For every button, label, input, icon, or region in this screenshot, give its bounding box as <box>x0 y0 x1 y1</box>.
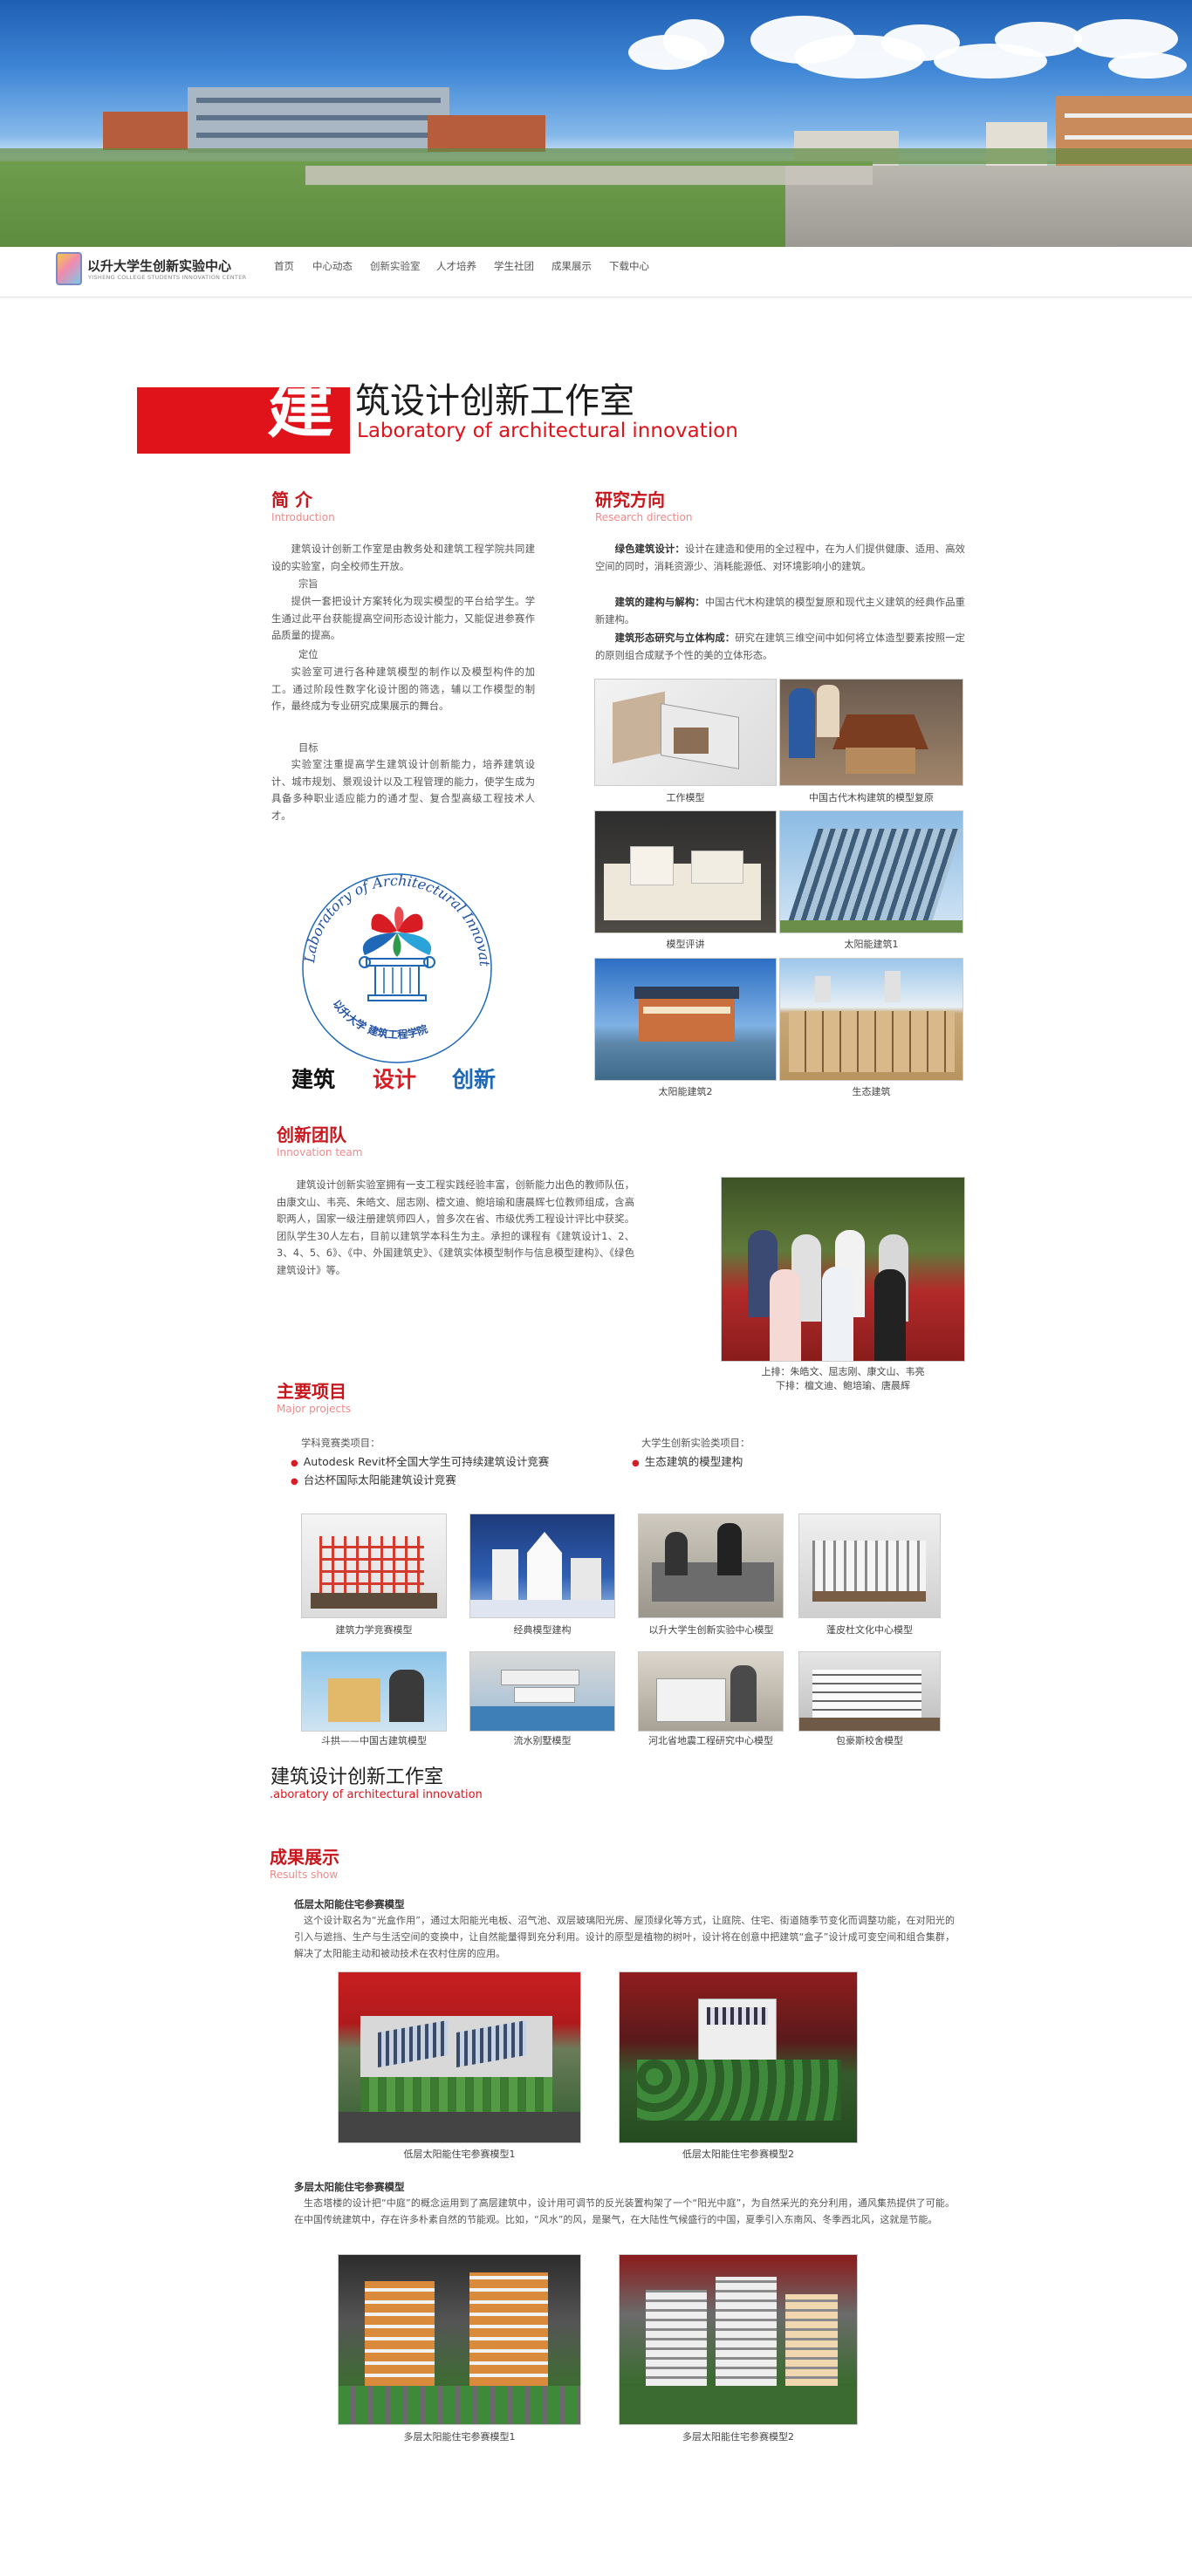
project-item: Autodesk Revit杯全国大学生可持续建筑设计竞赛 <box>291 1452 549 1469</box>
intro-heading-position: 定位 <box>298 649 319 660</box>
results-title: 成果展示 <box>270 1847 339 1868</box>
emblem-word-design: 设计 <box>373 1067 417 1092</box>
caption-low-rise-model-2: 低层太阳能住宅参赛模型2 <box>682 2149 794 2160</box>
projects-title-en: Major projects <box>277 1403 352 1415</box>
caption-classic-models: 经典模型建构 <box>513 1624 572 1636</box>
svg-text:Laboratory of Architectural In: Laboratory of Architectural Innovation <box>288 859 493 967</box>
team-photo-caption-bottom: 下排：檀文迪、鲍培瑜、唐晨辉 <box>776 1380 910 1391</box>
caption-seismic-center-model: 河北省地震工程研究中心模型 <box>648 1735 773 1746</box>
emblem-word-architecture: 建筑 <box>291 1067 336 1092</box>
svg-text:以升大学 建筑工程学院: 以升大学 建筑工程学院 <box>331 998 429 1042</box>
results-low-rise-title: 低层太阳能住宅参赛模型 <box>294 1898 405 1910</box>
caption-center-model: 以升大学生创新实验中心模型 <box>648 1624 774 1636</box>
projects-title: 主要项目 <box>277 1381 346 1402</box>
hero-campus-photo <box>0 0 1192 247</box>
photo-solar-building-2 <box>594 958 777 1081</box>
caption-model-review: 模型评讲 <box>666 939 705 950</box>
photo-low-rise-model-2 <box>619 1971 858 2143</box>
caption-pompidou-model: 蓬皮杜文化中心模型 <box>826 1624 913 1636</box>
photo-fallingwater-model <box>469 1651 615 1732</box>
page-title-english: Laboratory of architectural innovation <box>357 420 738 442</box>
photo-mechanics-model <box>301 1513 447 1618</box>
caption-eco-building: 生态建筑 <box>852 1086 891 1097</box>
photo-ancient-timber-model <box>779 679 963 786</box>
nav-link-downloads[interactable]: 下载中心 <box>609 259 649 273</box>
logo-subtitle: YISHENG COLLEGE STUDENTS INNOVATION CENT… <box>88 274 247 281</box>
project-item: 台达杯国际太阳能建筑设计竞赛 <box>291 1471 456 1487</box>
photo-multi-storey-model-2 <box>619 2254 858 2425</box>
research-title: 研究方向 <box>595 489 665 510</box>
photo-model-review <box>594 810 777 933</box>
photo-low-rise-model-1 <box>338 1971 581 2143</box>
research-item-green: 绿色建筑设计：设计在建造和使用的全过程中，在为人们提供健康、适用、高效空间的同时… <box>595 541 965 575</box>
team-title-en: Innovation team <box>277 1146 363 1158</box>
intro-paragraph-2: 提供一套把设计方案转化为现实模型的平台给学生。学生通过此平台获能提高空间形态设计… <box>271 596 535 641</box>
team-group-photo <box>721 1177 965 1362</box>
caption-ancient-timber-model: 中国古代木构建筑的模型复原 <box>809 792 934 803</box>
results-multi-storey-title: 多层太阳能住宅参赛模型 <box>294 2181 405 2193</box>
intro-paragraph-4: 实验室注重提高学生建筑设计创新能力，培养建筑设计、城市规划、景观设计以及工程管理… <box>271 759 535 822</box>
photo-eco-building <box>779 958 963 1081</box>
research-item-form-label: 建筑形态研究与立体构成： <box>614 632 736 644</box>
team-description: 建筑设计创新实验室拥有一支工程实践经验丰富，创新能力出色的教师队伍，由康文山、韦… <box>277 1179 634 1276</box>
projects-innovation-heading: 大学生创新实验类项目： <box>641 1438 750 1449</box>
caption-low-rise-model-1: 低层太阳能住宅参赛模型1 <box>403 2149 516 2160</box>
projects-competition-heading: 学科竞赛类项目： <box>301 1438 380 1449</box>
logo-title[interactable]: 以升大学生创新实验中心 <box>87 256 231 275</box>
section-lab-name: 建筑设计创新工作室 <box>271 1766 444 1788</box>
team-title: 创新团队 <box>277 1124 346 1145</box>
intro-paragraph-3: 实验室可进行各种建筑模型的制作以及模型构件的加工。通过阶段性数字化设计图的筛选，… <box>271 666 535 712</box>
results-low-rise-text: 这个设计取名为“光盒作用”，通过太阳能光电板、沼气池、双层玻璃阳光房、屋顶绿化等… <box>294 1915 955 1959</box>
caption-working-model: 工作模型 <box>666 792 705 803</box>
intro-paragraph-1: 建筑设计创新工作室是由教务处和建筑工程学院共同建设的实验室，向全校师生开放。 <box>271 543 535 572</box>
nav-link-training[interactable]: 人才培养 <box>436 259 476 273</box>
caption-dougong-model: 斗拱——中国古建筑模型 <box>321 1735 427 1746</box>
research-item-tectonics-label: 建筑的建构与解构： <box>614 597 705 608</box>
caption-multi-storey-model-2: 多层太阳能住宅参赛模型2 <box>682 2431 794 2443</box>
nav-link-home[interactable]: 首页 <box>274 259 294 273</box>
title-first-char: 建 <box>267 369 333 447</box>
research-item-tectonics: 建筑的建构与解构：中国古代木构建筑的模型复原和现代主义建筑的经典作品重新建构。 <box>595 594 965 628</box>
nav-link-news[interactable]: 中心动态 <box>312 259 353 273</box>
photo-pompidou-model <box>798 1513 941 1618</box>
section-lab-name-en: .aboratory of architectural innovation <box>270 1788 483 1801</box>
intro-title-en: Introduction <box>271 511 335 523</box>
intro-heading-purpose: 宗旨 <box>298 578 319 590</box>
caption-multi-storey-model-1: 多层太阳能住宅参赛模型1 <box>403 2431 516 2443</box>
page-title: 筑设计创新工作室 <box>355 381 634 421</box>
results-title-en: Results show <box>270 1869 339 1881</box>
photo-solar-building-1 <box>779 810 963 933</box>
caption-bauhaus-model: 包豪斯校舍模型 <box>836 1735 903 1746</box>
research-item-form: 建筑形态研究与立体构成：研究在建筑三维空间中如何将立体造型要素按照一定的原则组合… <box>595 630 965 664</box>
photo-working-model <box>594 679 777 786</box>
caption-solar-building-2: 太阳能建筑2 <box>658 1086 713 1097</box>
intro-title: 简 介 <box>271 489 312 510</box>
caption-fallingwater-model: 流水别墅模型 <box>513 1735 572 1746</box>
caption-solar-building-1: 太阳能建筑1 <box>844 939 899 950</box>
project-item: 生态建筑的模型建构 <box>632 1452 743 1469</box>
research-item-green-label: 绿色建筑设计： <box>614 543 685 555</box>
photo-center-model <box>638 1513 784 1618</box>
photo-classic-models <box>469 1513 615 1618</box>
photo-multi-storey-model-1 <box>338 2254 581 2425</box>
emblem-word-innovation: 创新 <box>452 1067 497 1092</box>
center-logo-icon[interactable] <box>56 252 82 285</box>
research-title-en: Research direction <box>595 511 693 523</box>
nav-link-clubs[interactable]: 学生社团 <box>494 259 534 273</box>
photo-seismic-center-model <box>638 1651 784 1732</box>
nav-link-results[interactable]: 成果展示 <box>551 259 592 273</box>
team-photo-caption-top: 上排：朱皓文、屈志刚、康文山、韦亮 <box>761 1366 925 1377</box>
results-multi-storey-text: 生态塔楼的设计把“中庭”的概念运用到了高层建筑中，设计用可调节的反光装置构架了一… <box>294 2197 955 2225</box>
nav-link-labs[interactable]: 创新实验室 <box>370 259 421 273</box>
photo-dougong-model <box>301 1651 447 1732</box>
intro-heading-goal: 目标 <box>298 742 319 754</box>
lab-emblem-logo: Laboratory of Architectural Innovation 以… <box>288 859 493 1063</box>
caption-mechanics-model: 建筑力学竞赛模型 <box>335 1624 413 1636</box>
photo-bauhaus-model <box>798 1651 941 1732</box>
